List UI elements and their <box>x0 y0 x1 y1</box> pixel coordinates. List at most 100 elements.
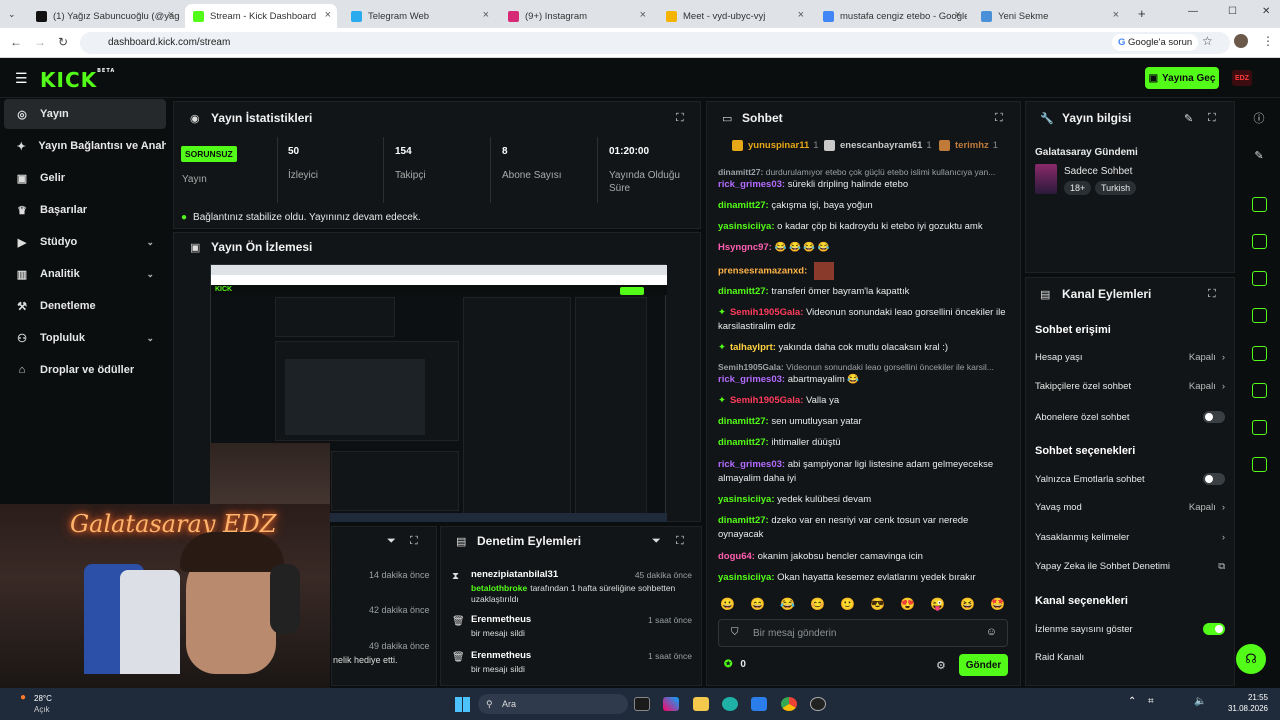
browser-tab[interactable]: mustafa cengiz etebo - Google × <box>815 4 967 28</box>
expand-icon[interactable]: ⛶ <box>676 112 684 125</box>
browser-tab[interactable]: (1) Yağız Sabuncuoğlu (@yago × <box>28 4 180 28</box>
sidebar-item[interactable]: ⚇ Topluluk ⌄ <box>4 323 166 353</box>
clock-time[interactable]: 21:55 <box>1218 693 1268 702</box>
show-viewers-row[interactable]: İzlenme sayısını göster <box>1035 623 1225 635</box>
chat-message[interactable]: ✦ Semih1905Gala: Valla ya <box>718 394 1008 408</box>
chat-message[interactable]: ✦ talhaylprt: yakında daha cok mutlu olac… <box>718 341 1008 355</box>
store-icon[interactable] <box>751 697 767 711</box>
tab-list-chevron-icon[interactable]: ⌄ <box>8 9 16 20</box>
chat-settings-icon[interactable]: ⚙ <box>936 659 946 672</box>
top-gifter[interactable]: yunuspinar11 1 <box>732 140 819 151</box>
browser-tab[interactable]: Stream - Kick Dashboard × <box>185 4 337 28</box>
sidebar-item[interactable]: ▣ Gelir <box>4 163 166 193</box>
top-gifter[interactable]: enescanbayram61 1 <box>824 140 932 151</box>
browser-menu-icon[interactable]: ⋮ <box>1262 34 1274 48</box>
tab-close-icon[interactable]: × <box>955 9 961 21</box>
chevron-down-icon[interactable]: ⌄ <box>146 237 154 248</box>
emote-button[interactable]: 😄 <box>750 597 765 611</box>
windows-start-icon[interactable] <box>455 697 470 712</box>
minimize-icon[interactable]: — <box>1188 6 1198 17</box>
show-viewers-toggle[interactable] <box>1203 623 1225 635</box>
sidebar-item[interactable]: ⌂ Droplar ve ödüller <box>4 355 166 385</box>
sidebar-item[interactable]: ◎ Yayın <box>4 99 166 129</box>
expand-icon[interactable]: ⛶ <box>995 112 1003 125</box>
rail-video-icon[interactable] <box>1240 189 1278 219</box>
back-icon[interactable]: ← <box>10 35 22 49</box>
chat-input[interactable]: ⛉ Bir mesaj gönderin ☺ <box>718 619 1008 647</box>
emote-button[interactable]: 😍 <box>900 597 915 611</box>
rail-card-icon[interactable] <box>1240 375 1278 405</box>
emote-button[interactable]: 😜 <box>930 597 945 611</box>
sidebar-item[interactable]: ▶ Stüdyo ⌄ <box>4 227 166 257</box>
chat-message[interactable]: dinamitt27: çakışma işi, baya yoğun <box>718 199 1008 213</box>
chat-message[interactable]: dinamitt27: sen umutluysan yatar <box>718 415 1008 429</box>
hamburger-menu-icon[interactable]: ☰ <box>15 70 28 87</box>
chat-message[interactable]: dinamitt27: durdurulamıyor etebo çok güç… <box>718 165 1008 179</box>
tab-close-icon[interactable]: × <box>640 9 646 21</box>
mod-user[interactable]: nenezipiatanbilal31 <box>471 569 558 580</box>
bookmark-star-icon[interactable]: ☆ <box>1202 34 1213 48</box>
chat-message[interactable]: dinamitt27: dzeko var en nesriyi var cen… <box>718 514 1008 542</box>
rail-mod-icon[interactable] <box>1240 449 1278 479</box>
obs-icon[interactable] <box>810 697 826 711</box>
chrome-icon[interactable] <box>781 697 797 711</box>
chat-message[interactable]: yasinsiciiya: o kadar çöp bi kadroydu ki… <box>718 220 1008 234</box>
chevron-down-icon[interactable]: ⌄ <box>146 269 154 280</box>
chat-message[interactable]: yasinsiciiya: yedek kulübesi devam <box>718 493 1008 507</box>
close-window-icon[interactable]: ✕ <box>1262 6 1270 17</box>
sidebar-item[interactable]: ♛ Başarılar <box>4 195 166 225</box>
network-icon[interactable]: ⌗ <box>1148 696 1154 707</box>
slow-mode-row[interactable]: Yavaş mod Kapalı › <box>1035 502 1225 513</box>
chat-message[interactable]: yasinsiciiya: Okan hayatta kesemez evlat… <box>718 571 1008 585</box>
profile-avatar[interactable] <box>1234 34 1248 48</box>
raid-channel-row[interactable]: Raid Kanalı <box>1035 652 1225 663</box>
followers-only-row[interactable]: Takipçilere özel sohbet Kapalı › <box>1035 381 1225 392</box>
browser-tab[interactable]: (9+) Instagram × <box>500 4 652 28</box>
chat-message[interactable]: Hsyngnc97: 😂 😂 😂 😂 <box>718 241 1008 255</box>
subs-only-row[interactable]: Abonelere özel sohbet <box>1035 411 1225 423</box>
rail-wrench-icon[interactable] <box>1240 412 1278 442</box>
copilot-icon[interactable] <box>663 697 679 711</box>
sidebar-item[interactable]: ▥ Analitik ⌄ <box>4 259 166 289</box>
forward-icon[interactable]: → <box>34 35 46 49</box>
new-tab-icon[interactable]: + <box>1138 6 1146 21</box>
chat-message[interactable]: dogu64: okanim jakobsu bencler camavinga… <box>718 550 1008 564</box>
weather-temp[interactable]: 28°C <box>34 694 52 703</box>
chat-message[interactable]: rick_grimes03: abi şampiyonar ligi liste… <box>718 458 1008 486</box>
kick-logo[interactable]: KICKBETA <box>40 68 115 92</box>
volume-icon[interactable]: 🔈 <box>1194 696 1206 707</box>
emote-button[interactable]: 😎 <box>870 597 885 611</box>
taskbar-search[interactable]: ⚲ Ara <box>478 694 628 714</box>
emote-button[interactable]: 😀 <box>720 597 735 611</box>
tab-close-icon[interactable]: × <box>325 9 331 21</box>
browser-tab[interactable]: Telegram Web × <box>343 4 495 28</box>
taskview-icon[interactable] <box>634 697 650 711</box>
send-button[interactable]: Gönder <box>959 654 1008 676</box>
tab-close-icon[interactable]: × <box>483 9 489 21</box>
rail-play-icon[interactable] <box>1240 338 1278 368</box>
rail-chat-icon[interactable] <box>1240 300 1278 330</box>
account-age-row[interactable]: Hesap yaşı Kapalı › <box>1035 352 1225 363</box>
user-avatar[interactable]: EDZ <box>1232 70 1252 86</box>
info-icon[interactable]: ⓘ <box>1240 103 1278 133</box>
mod-user[interactable]: Erenmetheus <box>471 650 531 661</box>
chat-message[interactable]: dinamitt27: transferi ömer bayram'la kap… <box>718 285 1008 299</box>
subs-only-toggle[interactable] <box>1203 411 1225 423</box>
emote-button[interactable]: 😊 <box>810 597 825 611</box>
emotes-only-row[interactable]: Yalnızca Emotlarla sohbet <box>1035 473 1225 485</box>
expand-icon[interactable]: ⛶ <box>410 535 418 548</box>
chat-message[interactable]: rick_grimes03: sürekli dripling halinde … <box>718 178 1008 192</box>
channel-points[interactable]: ✪ 0 <box>724 659 746 670</box>
emotes-only-toggle[interactable] <box>1203 473 1225 485</box>
filter-icon[interactable]: ⏷ <box>652 535 661 548</box>
filter-icon[interactable]: ⏷ <box>387 535 396 548</box>
go-live-button[interactable]: ▣ Yayına Geç <box>1145 67 1219 89</box>
expand-icon[interactable]: ⛶ <box>676 535 684 548</box>
reload-icon[interactable]: ↻ <box>58 35 68 49</box>
browser-tab[interactable]: Yeni Sekme × <box>973 4 1125 28</box>
tab-close-icon[interactable]: × <box>798 9 804 21</box>
emoji-icon[interactable]: ☺ <box>986 626 997 638</box>
expand-icon[interactable]: ⛶ <box>1208 288 1216 301</box>
top-gifter[interactable]: terimhz 1 <box>939 140 998 151</box>
chat-message[interactable]: Semih1905Gala: Videonun sonundaki leao g… <box>718 360 1008 374</box>
